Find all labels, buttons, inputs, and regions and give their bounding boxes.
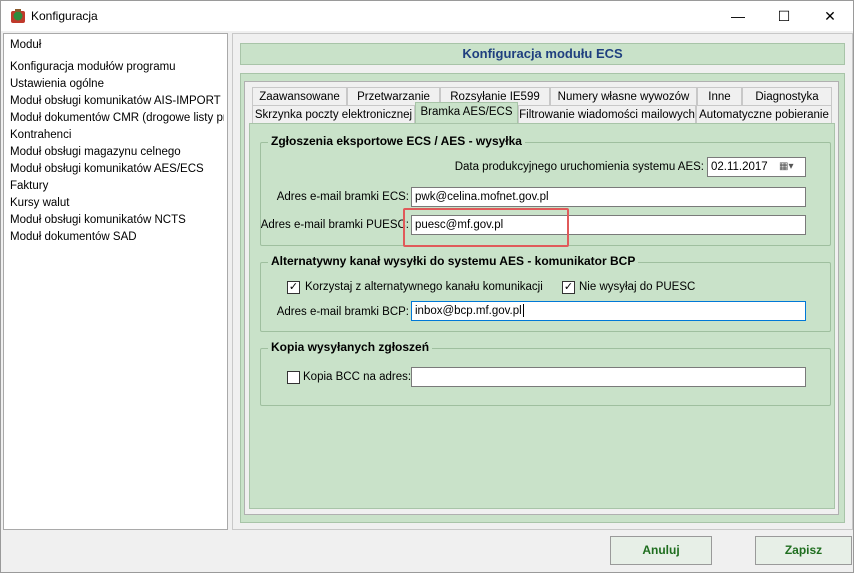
bcp-email-input[interactable]: inbox@bcp.mf.gov.pl	[411, 301, 806, 321]
aes-date-picker[interactable]: 02.11.2017 ▦▾	[707, 157, 806, 177]
puesc-email-label: Adres e-mail bramki PUESC:	[260, 219, 409, 231]
save-button[interactable]: Zapisz	[755, 536, 852, 565]
app-icon	[11, 9, 25, 23]
tree-item-exchange-rates[interactable]: Kursy walut	[10, 197, 224, 209]
text-caret	[522, 304, 524, 318]
minimize-button[interactable]: —	[715, 1, 761, 31]
bcp-email-value: inbox@bcp.mf.gov.pl	[415, 305, 522, 317]
tree-item-sad[interactable]: Moduł dokumentów SAD	[10, 231, 224, 243]
tree-item-customs-warehouse[interactable]: Moduł obsługi magazynu celnego	[10, 146, 224, 158]
tab-inne[interactable]: Inne	[697, 87, 742, 106]
maximize-button[interactable]: ☐	[761, 1, 807, 31]
aes-date-label: Data produkcyjnego uruchomienia systemu …	[454, 161, 704, 173]
group-ecs-legend: Zgłoszenia eksportowe ECS / AES - wysyłk…	[268, 134, 525, 148]
tree-item-cmr[interactable]: Moduł dokumentów CMR (drogowe listy pr..…	[10, 112, 224, 124]
group-alt-legend: Alternatywny kanał wysyłki do systemu AE…	[268, 254, 639, 268]
ecs-email-label: Adres e-mail bramki ECS:	[276, 191, 409, 203]
puesc-email-input[interactable]: puesc@mf.gov.pl	[411, 215, 806, 235]
check-icon: ✓	[563, 281, 574, 293]
maximize-icon: ☐	[777, 7, 791, 24]
tab-filtrowanie[interactable]: Filtrowanie wiadomości mailowych	[518, 105, 696, 124]
tab-automatyczne-pobieranie[interactable]: Automatyczne pobieranie	[696, 105, 832, 124]
ecs-email-input[interactable]: pwk@celina.mofnet.gov.pl	[411, 187, 806, 207]
title-bar[interactable]: Konfiguracja — ☐ ✕	[1, 1, 853, 31]
tab-zaawansowane[interactable]: Zaawansowane	[252, 87, 347, 106]
tab-skrzynka-poczty[interactable]: Skrzynka poczty elektronicznej	[252, 105, 415, 124]
tree-item-contractors[interactable]: Kontrahenci	[10, 129, 224, 141]
module-tree[interactable]: Moduł Konfiguracja modułów programu Usta…	[3, 33, 228, 530]
bcc-checkbox[interactable]	[287, 371, 300, 384]
tree-item-aes-ecs[interactable]: Moduł obsługi komunikatów AES/ECS	[10, 163, 224, 175]
bcp-email-label: Adres e-mail bramki BCP:	[276, 306, 409, 318]
bcc-label[interactable]: Kopia BCC na adres:	[303, 371, 411, 383]
close-button[interactable]: ✕	[807, 1, 853, 31]
tree-item-modul[interactable]: Moduł	[10, 39, 224, 51]
group-alternative-channel: Alternatywny kanał wysyłki do systemu AE…	[260, 254, 831, 332]
window-title: Konfiguracja	[31, 9, 98, 23]
panel-header: Konfiguracja modułu ECS	[240, 43, 845, 65]
group-copy-legend: Kopia wysyłanych zgłoszeń	[268, 340, 433, 354]
tree-item-module-config[interactable]: Konfiguracja modułów programu	[10, 61, 224, 73]
no-puesc-label[interactable]: Nie wysyłaj do PUESC	[579, 281, 695, 293]
tab-diagnostyka[interactable]: Diagnostyka	[742, 87, 832, 106]
aes-date-value: 02.11.2017	[711, 161, 768, 173]
no-puesc-checkbox[interactable]: ✓	[562, 281, 575, 294]
configuration-window: Konfiguracja — ☐ ✕ Moduł Konfiguracja mo…	[0, 0, 854, 573]
check-icon: ✓	[288, 281, 299, 293]
alt-channel-checkbox[interactable]: ✓	[287, 281, 300, 294]
bcc-email-input[interactable]	[411, 367, 806, 387]
calendar-dropdown-icon[interactable]: ▦▾	[779, 159, 803, 175]
minimize-icon: —	[731, 8, 745, 24]
tab-bramka-aes-ecs[interactable]: Bramka AES/ECS	[415, 102, 518, 123]
alt-channel-label[interactable]: Korzystaj z alternatywnego kanału komuni…	[305, 281, 543, 293]
tab-numery-wlasne[interactable]: Numery własne wywozów	[550, 87, 697, 106]
close-icon: ✕	[824, 7, 836, 24]
tree-item-invoices[interactable]: Faktury	[10, 180, 224, 192]
tree-item-ncts[interactable]: Moduł obsługi komunikatów NCTS	[10, 214, 224, 226]
cancel-button[interactable]: Anuluj	[610, 536, 712, 565]
tree-item-ais-import[interactable]: Moduł obsługi komunikatów AIS-IMPORT ...	[10, 95, 224, 107]
tree-item-general-settings[interactable]: Ustawienia ogólne	[10, 78, 224, 90]
